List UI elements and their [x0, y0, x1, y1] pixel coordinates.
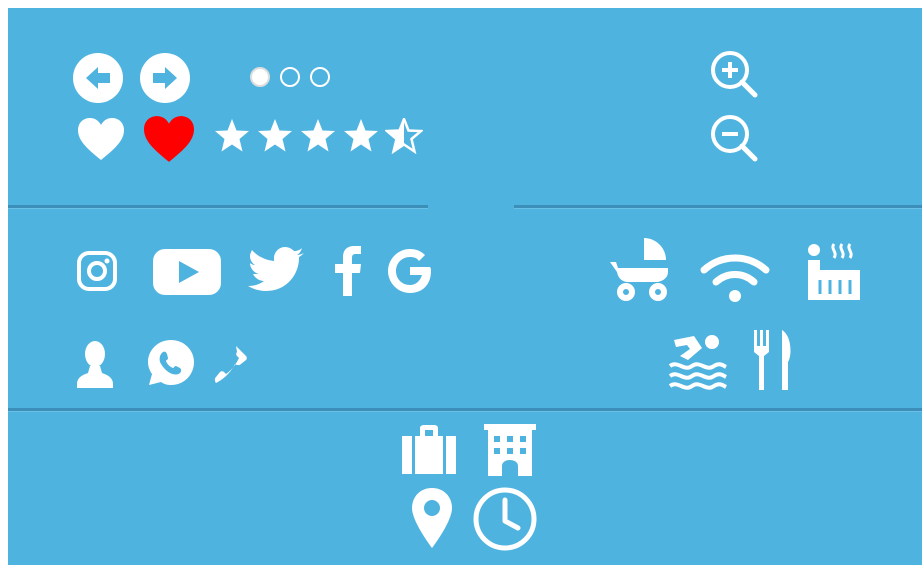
- arrow-left-icon[interactable]: [72, 52, 124, 104]
- zoom-in-icon[interactable]: [708, 48, 760, 100]
- sauna-icon[interactable]: [804, 240, 862, 302]
- google-icon[interactable]: [386, 246, 434, 296]
- clock-icon[interactable]: [472, 486, 538, 552]
- star-icon[interactable]: [213, 118, 251, 154]
- star-rating[interactable]: [213, 118, 443, 156]
- arrow-right-icon[interactable]: [139, 52, 191, 104]
- wifi-icon[interactable]: [700, 252, 770, 304]
- instagram-icon[interactable]: [76, 250, 118, 292]
- carousel-dot[interactable]: [250, 67, 270, 87]
- heart-filled-icon[interactable]: [141, 114, 197, 164]
- star-icon[interactable]: [385, 118, 423, 154]
- location-pin-icon[interactable]: [410, 486, 454, 550]
- twitter-icon[interactable]: [248, 246, 306, 296]
- user-icon[interactable]: [76, 340, 114, 388]
- youtube-icon[interactable]: [152, 248, 222, 296]
- hotel-icon[interactable]: [482, 422, 538, 478]
- icon-panel: [8, 8, 922, 565]
- star-icon[interactable]: [342, 118, 380, 154]
- facebook-icon[interactable]: [334, 246, 362, 296]
- carousel-dots: [240, 65, 350, 89]
- zoom-out-icon[interactable]: [708, 112, 760, 164]
- pool-icon[interactable]: [668, 330, 728, 390]
- stroller-icon[interactable]: [610, 236, 674, 304]
- heart-outline-icon[interactable]: [76, 116, 126, 162]
- divider-right: [514, 205, 922, 209]
- phone-icon[interactable]: [206, 344, 250, 388]
- whatsapp-icon[interactable]: [146, 338, 196, 388]
- luggage-icon[interactable]: [398, 424, 460, 476]
- restaurant-icon[interactable]: [752, 330, 798, 390]
- star-icon[interactable]: [256, 118, 294, 154]
- divider-bottom: [8, 408, 922, 412]
- carousel-dot[interactable]: [280, 67, 300, 87]
- star-icon[interactable]: [299, 118, 337, 154]
- divider-left: [8, 205, 428, 209]
- carousel-dot[interactable]: [310, 67, 330, 87]
